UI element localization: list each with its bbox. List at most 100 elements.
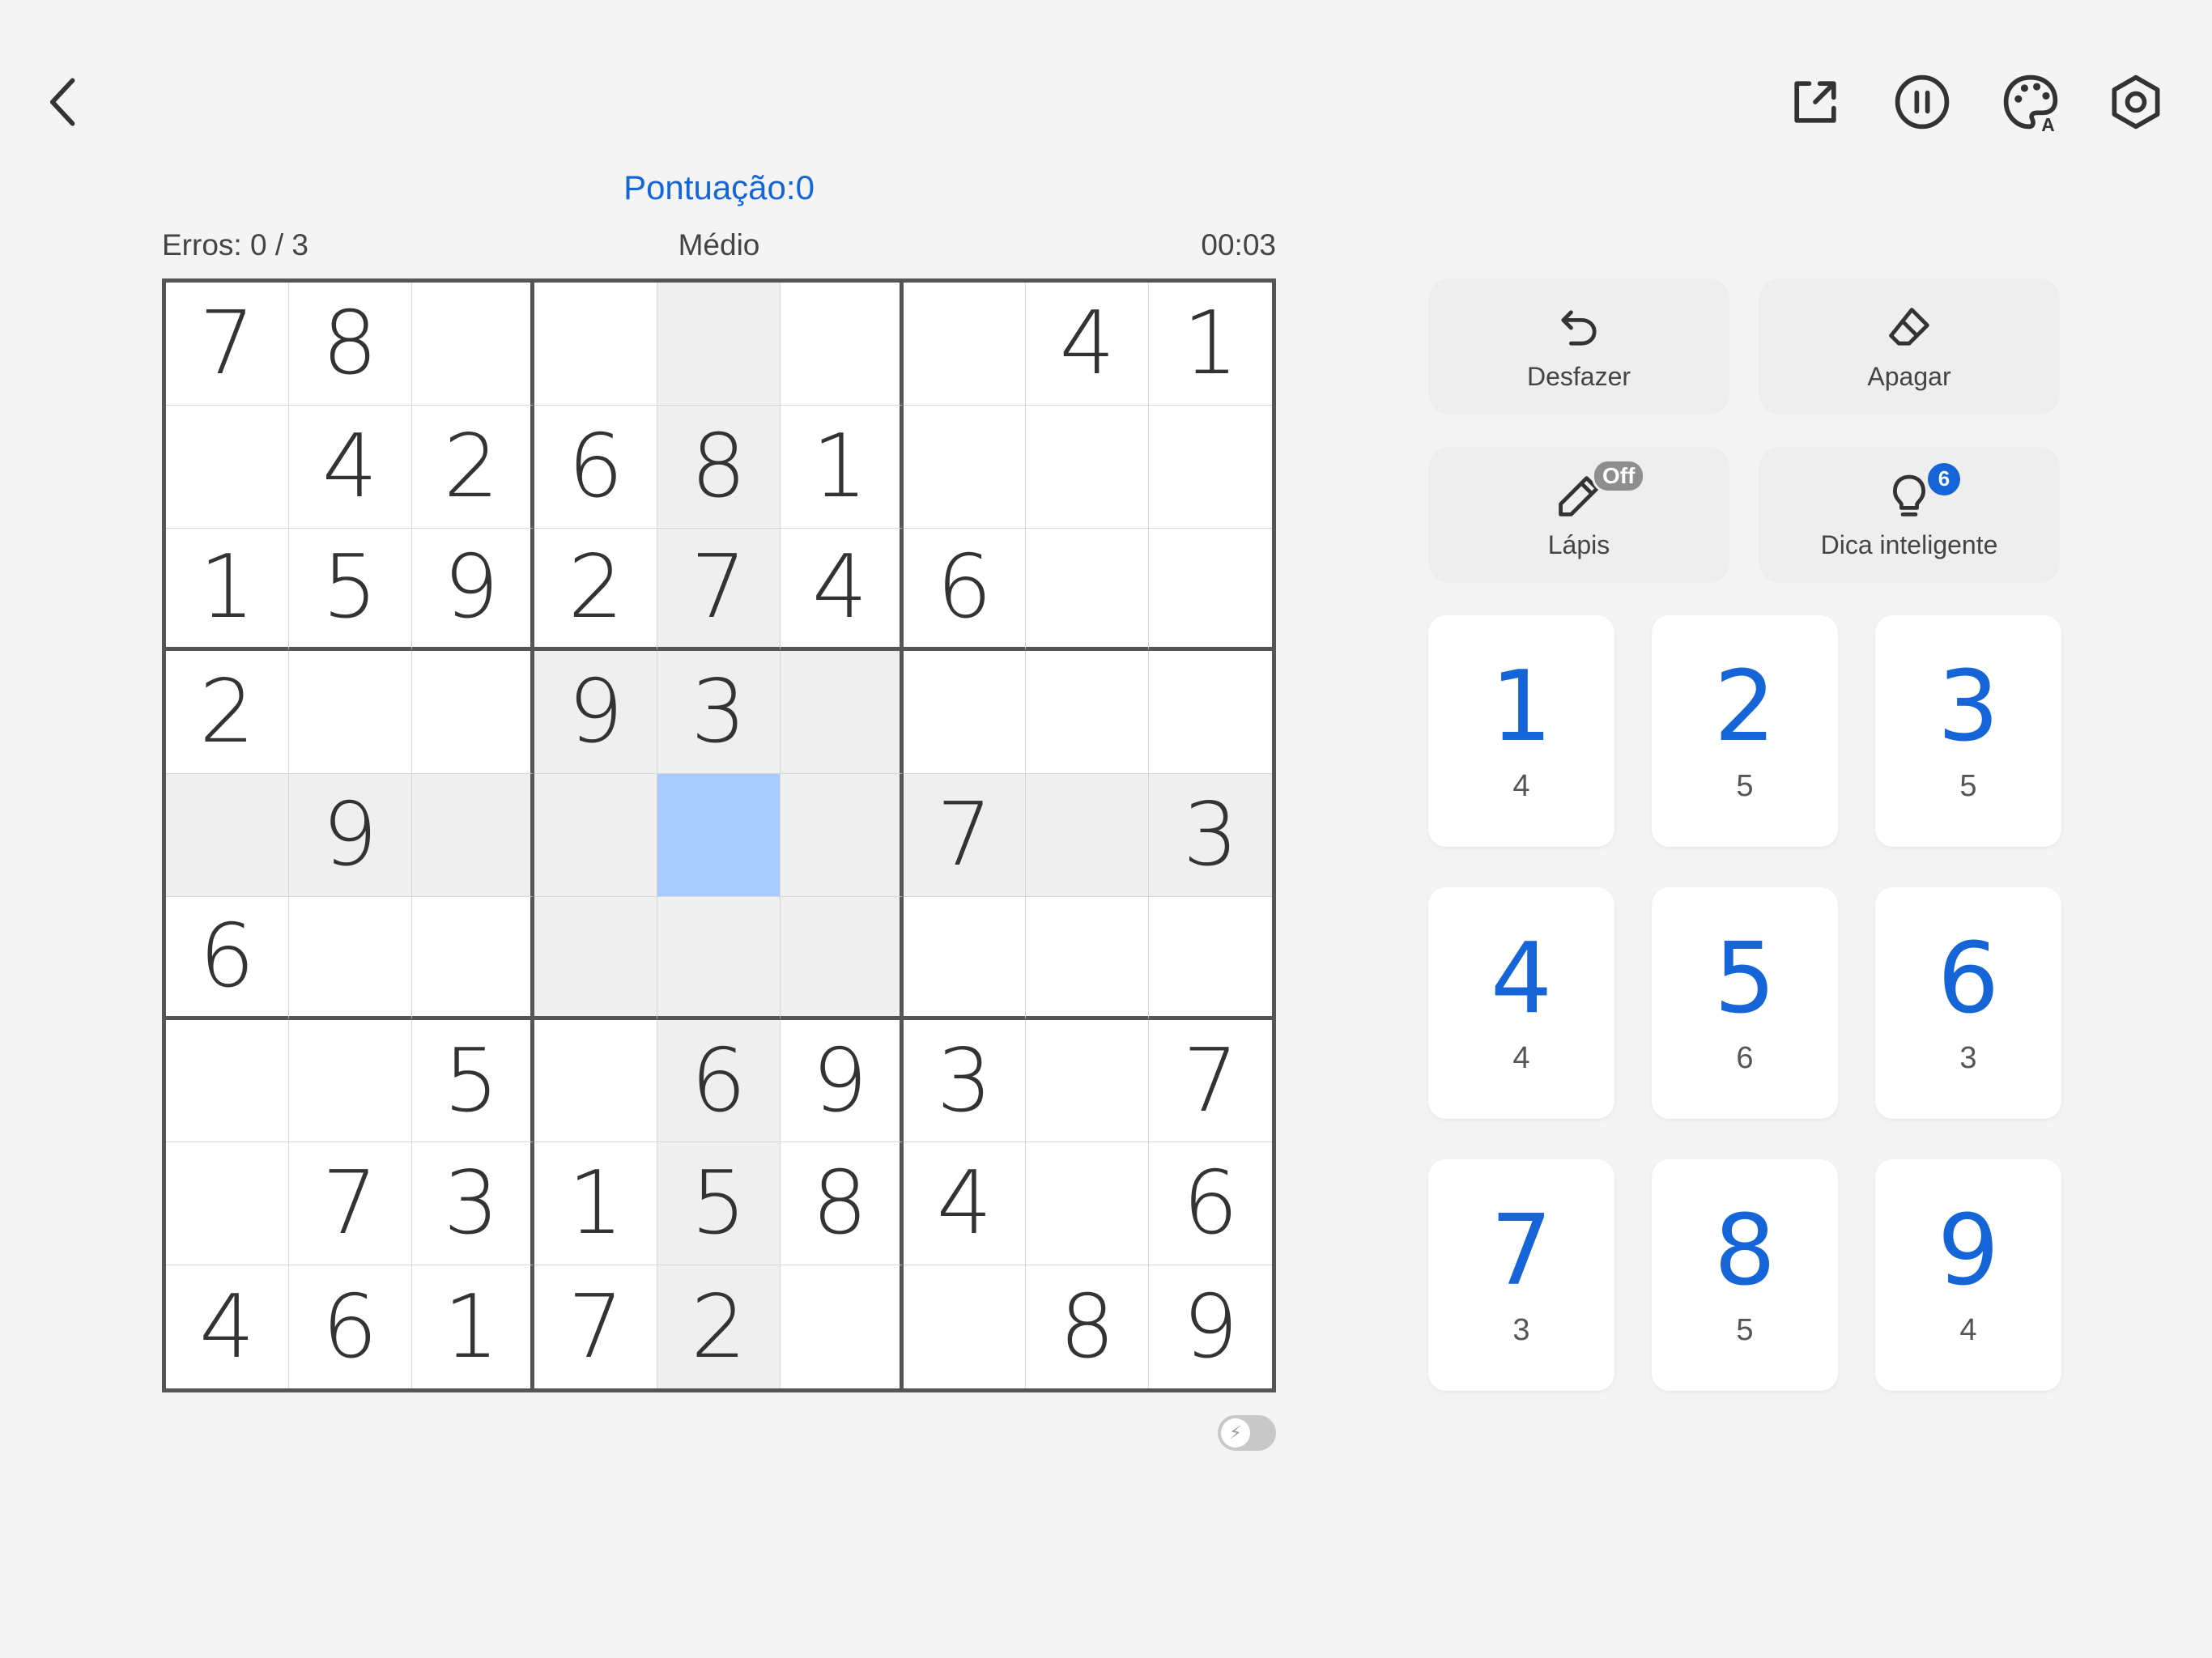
- board-cell[interactable]: 2: [657, 1265, 781, 1388]
- board-cell[interactable]: 4: [166, 1265, 289, 1388]
- board-cell[interactable]: [1149, 897, 1272, 1020]
- board-cell[interactable]: 4: [903, 1142, 1027, 1266]
- board-cell[interactable]: [288, 1019, 412, 1143]
- number-key[interactable]: 44: [1428, 887, 1614, 1119]
- board-cell[interactable]: 6: [289, 1265, 412, 1388]
- board-cell[interactable]: [1026, 1019, 1150, 1143]
- board-cell[interactable]: 2: [534, 528, 658, 652]
- board-cell[interactable]: [534, 774, 658, 897]
- board-cell[interactable]: [1026, 774, 1150, 897]
- theme-button[interactable]: A: [1993, 65, 2068, 139]
- number-key[interactable]: 73: [1428, 1159, 1614, 1391]
- board-cell[interactable]: 6: [903, 528, 1027, 652]
- board-cell[interactable]: [288, 896, 412, 1020]
- board-cell[interactable]: 1: [1149, 283, 1272, 406]
- board-cell[interactable]: 8: [1026, 1265, 1150, 1388]
- board-cell[interactable]: [781, 1265, 904, 1388]
- board-cell[interactable]: [1026, 528, 1150, 652]
- board-cell[interactable]: [534, 283, 658, 406]
- board-cell[interactable]: 1: [166, 528, 289, 652]
- board-cell[interactable]: 8: [780, 1142, 904, 1266]
- board-cell[interactable]: 9: [534, 651, 658, 775]
- board-cell[interactable]: 6: [166, 896, 289, 1020]
- board-cell[interactable]: 9: [411, 528, 535, 652]
- board-cell[interactable]: [166, 1019, 289, 1143]
- board-cell[interactable]: 7: [657, 528, 781, 652]
- board-cell[interactable]: 9: [288, 774, 412, 897]
- board-cell[interactable]: [657, 896, 781, 1020]
- number-key[interactable]: 56: [1652, 887, 1838, 1119]
- board-cell[interactable]: 3: [657, 651, 781, 775]
- board-cell[interactable]: [780, 651, 904, 775]
- board-cell[interactable]: [780, 774, 904, 897]
- back-button[interactable]: [28, 65, 102, 139]
- board-cell[interactable]: [1149, 529, 1272, 652]
- board-cell[interactable]: 3: [1149, 774, 1272, 897]
- pencil-button[interactable]: Off Lápis: [1428, 447, 1729, 583]
- board-cell[interactable]: [903, 405, 1027, 529]
- board-cell[interactable]: [534, 1019, 658, 1143]
- board-cell[interactable]: [780, 283, 904, 406]
- board-cell[interactable]: 3: [903, 1019, 1027, 1143]
- board-cell[interactable]: [411, 896, 535, 1020]
- board-cell[interactable]: [534, 896, 658, 1020]
- board-cell[interactable]: 7: [288, 1142, 412, 1266]
- board-cell[interactable]: 2: [411, 405, 535, 529]
- share-button[interactable]: [1778, 65, 1853, 139]
- board-cell[interactable]: 6: [657, 1019, 781, 1143]
- board-cell[interactable]: 7: [166, 283, 289, 406]
- board-cell[interactable]: [903, 896, 1027, 1020]
- board-cell[interactable]: 6: [534, 405, 658, 529]
- board-cell[interactable]: 5: [657, 1142, 781, 1266]
- board-cell[interactable]: 1: [412, 1265, 535, 1388]
- board-cell[interactable]: [780, 896, 904, 1020]
- number-key[interactable]: 63: [1875, 887, 2061, 1119]
- board-cell[interactable]: [411, 651, 535, 775]
- number-key[interactable]: 25: [1652, 615, 1838, 847]
- board-cell[interactable]: [903, 651, 1027, 775]
- board-cell[interactable]: 7: [1149, 1020, 1272, 1143]
- board-cell[interactable]: [1149, 406, 1272, 529]
- board-cell[interactable]: 1: [534, 1142, 658, 1266]
- board-cell[interactable]: 5: [411, 1019, 535, 1143]
- board-cell[interactable]: 3: [411, 1142, 535, 1266]
- board-cell[interactable]: [1026, 896, 1150, 1020]
- board-cell[interactable]: 7: [903, 774, 1027, 897]
- board-cell[interactable]: [1026, 651, 1150, 775]
- board-cell[interactable]: 8: [288, 283, 412, 406]
- board-cell[interactable]: [166, 1142, 289, 1266]
- board-cell[interactable]: [166, 405, 289, 529]
- board-cell[interactable]: [411, 283, 535, 406]
- hint-button[interactable]: 6 Dica inteligente: [1759, 447, 2060, 583]
- board-cell[interactable]: [1149, 651, 1272, 775]
- board-cell[interactable]: 8: [657, 405, 781, 529]
- erase-button[interactable]: Apagar: [1759, 278, 2060, 414]
- board-cell[interactable]: [411, 774, 535, 897]
- board-cell[interactable]: 4: [288, 405, 412, 529]
- board-cell[interactable]: 9: [1149, 1265, 1272, 1388]
- number-key[interactable]: 94: [1875, 1159, 2061, 1391]
- board-cell[interactable]: [657, 283, 781, 406]
- board-cell[interactable]: 4: [1026, 283, 1150, 406]
- board-cell[interactable]: 1: [780, 405, 904, 529]
- fast-mode-toggle[interactable]: ⚡: [1218, 1415, 1276, 1451]
- number-key[interactable]: 14: [1428, 615, 1614, 847]
- board-cell[interactable]: [288, 651, 412, 775]
- board-cell[interactable]: 7: [534, 1265, 658, 1388]
- board-cell[interactable]: [1026, 405, 1150, 529]
- board-cell[interactable]: 9: [780, 1019, 904, 1143]
- undo-button[interactable]: Desfazer: [1428, 278, 1729, 414]
- board-cell[interactable]: [657, 774, 781, 897]
- board-cell[interactable]: [1026, 1142, 1150, 1266]
- board-cell[interactable]: 4: [780, 528, 904, 652]
- number-key[interactable]: 35: [1875, 615, 2061, 847]
- board-cell[interactable]: [166, 774, 289, 897]
- settings-button[interactable]: [2099, 65, 2173, 139]
- board-cell[interactable]: 6: [1149, 1142, 1272, 1266]
- pause-button[interactable]: [1885, 65, 1959, 139]
- board-cell[interactable]: 5: [288, 528, 412, 652]
- board-cell[interactable]: 2: [166, 651, 289, 775]
- board-cell[interactable]: [903, 283, 1027, 406]
- board-cell[interactable]: [904, 1265, 1027, 1388]
- number-key[interactable]: 85: [1652, 1159, 1838, 1391]
